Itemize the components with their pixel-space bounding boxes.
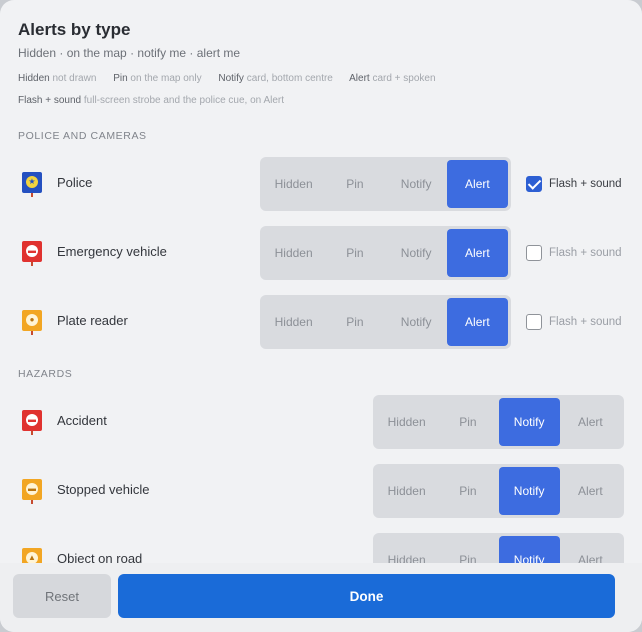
option-notify[interactable]: Notify <box>386 229 447 277</box>
legend-pin: Pin on the map only <box>113 73 202 84</box>
flash-sound-checkbox[interactable] <box>526 314 542 330</box>
object-on-road-icon: ▲ <box>22 548 42 563</box>
mode-selector: Hidden Pin Notify Alert <box>373 464 624 518</box>
mode-selector: Hidden Pin Notify Alert <box>373 395 624 449</box>
police-icon: ★ <box>22 172 42 197</box>
row-emergency-vehicle: ▬ Emergency vehicle Hidden Pin Notify Al… <box>0 226 642 280</box>
row-label: Police <box>57 175 93 190</box>
option-pin[interactable]: Pin <box>437 536 498 563</box>
option-hidden[interactable]: Hidden <box>376 398 437 446</box>
option-notify[interactable]: Notify <box>498 536 560 563</box>
dialog-footer: Reset Done <box>0 563 642 632</box>
mode-selector: Hidden Pin Notify Alert <box>260 157 511 211</box>
row-stopped-vehicle: ▬ Stopped vehicle Hidden Pin Notify Aler… <box>0 464 642 518</box>
row-label: Emergency vehicle <box>57 244 167 259</box>
option-notify[interactable]: Notify <box>386 160 447 208</box>
row-label: Plate reader <box>57 313 128 328</box>
option-pin[interactable]: Pin <box>324 229 385 277</box>
alerts-scroll-area[interactable]: Alerts by type Hidden · on the map · not… <box>0 0 642 563</box>
option-notify[interactable]: Notify <box>498 467 560 515</box>
legend-alert: Alert card + spoken <box>349 73 436 84</box>
accident-icon: ▬ <box>22 410 42 435</box>
option-pin[interactable]: Pin <box>437 467 498 515</box>
option-alert[interactable]: Alert <box>446 160 508 208</box>
option-alert[interactable]: Alert <box>446 298 508 346</box>
flash-sound-label: Flash + sound <box>549 316 622 328</box>
plate-reader-icon: ● <box>22 310 42 335</box>
option-pin[interactable]: Pin <box>324 298 385 346</box>
row-police: ★ Police Hidden Pin Notify Alert Flash +… <box>0 157 642 211</box>
option-pin[interactable]: Pin <box>437 398 498 446</box>
option-hidden[interactable]: Hidden <box>376 467 437 515</box>
option-notify[interactable]: Notify <box>498 398 560 446</box>
legend-line: Hidden not drawn Pin on the map only Not… <box>18 73 450 84</box>
legend-notify: Notify card, bottom centre <box>218 73 333 84</box>
option-alert[interactable]: Alert <box>560 536 621 563</box>
section-heading-hazards: HAZARDS <box>18 368 73 380</box>
flash-sound-label: Flash + sound <box>549 247 622 259</box>
option-alert[interactable]: Alert <box>560 467 621 515</box>
option-alert[interactable]: Alert <box>446 229 508 277</box>
option-hidden[interactable]: Hidden <box>263 229 324 277</box>
legend-hidden: Hidden not drawn <box>18 73 97 84</box>
row-label: Object on road <box>57 551 143 563</box>
flash-sound-label: Flash + sound <box>549 178 622 190</box>
flash-sound-toggle[interactable]: Flash + sound <box>526 176 622 192</box>
section-heading-police: POLICE AND CAMERAS <box>18 130 147 142</box>
flash-sound-checkbox[interactable] <box>526 245 542 261</box>
dialog-subtitle: Hidden · on the map · notify me · alert … <box>18 46 241 60</box>
stopped-vehicle-icon: ▬ <box>22 479 42 504</box>
legend-flash-line: Flash + sound full-screen strobe and the… <box>18 95 285 106</box>
reset-button[interactable]: Reset <box>13 574 111 618</box>
flash-sound-checkbox[interactable] <box>526 176 542 192</box>
alerts-dialog: Alerts by type Hidden · on the map · not… <box>0 0 642 632</box>
row-object-on-road: ▲ Object on road Hidden Pin Notify Alert <box>0 533 642 563</box>
option-alert[interactable]: Alert <box>560 398 621 446</box>
dialog-title: Alerts by type <box>18 20 131 39</box>
mode-selector: Hidden Pin Notify Alert <box>373 533 624 563</box>
done-button[interactable]: Done <box>118 574 615 618</box>
row-label: Stopped vehicle <box>57 482 150 497</box>
flash-sound-toggle[interactable]: Flash + sound <box>526 314 622 330</box>
emergency-vehicle-icon: ▬ <box>22 241 42 266</box>
option-hidden[interactable]: Hidden <box>376 536 437 563</box>
row-accident: ▬ Accident Hidden Pin Notify Alert <box>0 395 642 449</box>
row-plate-reader: ● Plate reader Hidden Pin Notify Alert F… <box>0 295 642 349</box>
mode-selector: Hidden Pin Notify Alert <box>260 295 511 349</box>
mode-selector: Hidden Pin Notify Alert <box>260 226 511 280</box>
option-pin[interactable]: Pin <box>324 160 385 208</box>
option-hidden[interactable]: Hidden <box>263 160 324 208</box>
flash-sound-toggle[interactable]: Flash + sound <box>526 245 622 261</box>
option-notify[interactable]: Notify <box>386 298 447 346</box>
row-label: Accident <box>57 413 107 428</box>
option-hidden[interactable]: Hidden <box>263 298 324 346</box>
